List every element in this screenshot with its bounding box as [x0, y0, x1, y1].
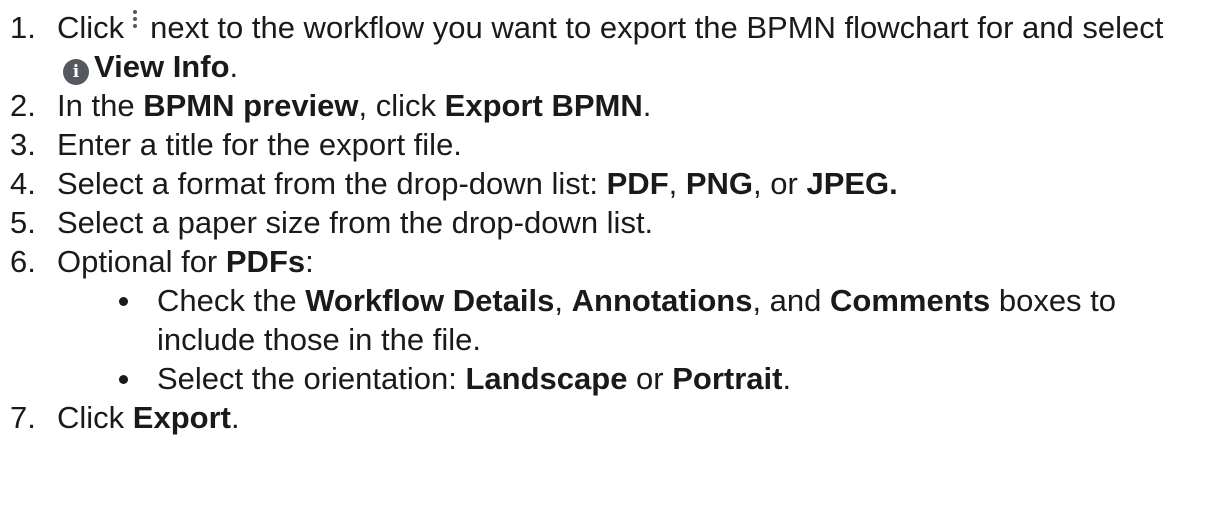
substep-checkboxes: Check the Workflow Details, Annotations,…	[57, 281, 1200, 359]
step-text: Select a paper size from the drop-down l…	[57, 205, 654, 240]
ui-label-export-bpmn: Export BPMN	[444, 88, 643, 123]
substeps-list: Check the Workflow Details, Annotations,…	[57, 281, 1200, 398]
step-2: 2. In the BPMN preview, click Export BPM…	[10, 86, 1200, 125]
bullet-icon	[119, 297, 128, 306]
step-4: 4. Select a format from the drop-down li…	[10, 164, 1200, 203]
format-png: PNG	[685, 166, 754, 201]
step-text: In the	[57, 88, 144, 123]
vertical-ellipsis-icon	[132, 10, 138, 30]
ui-label-bpmn-preview: BPMN preview	[143, 88, 359, 123]
steps-list: 1. Click next to the workflow you want to…	[10, 8, 1200, 437]
step-text: , or	[753, 166, 807, 201]
step-3: 3. Enter a title for the export file.	[10, 125, 1200, 164]
step-number: 5.	[10, 205, 36, 240]
step-number: 4.	[10, 166, 36, 201]
step-text: , and	[752, 283, 831, 318]
step-text: Click	[57, 10, 125, 45]
step-text: Select the orientation:	[157, 361, 466, 396]
ui-label-view-info: View Info	[94, 49, 230, 84]
step-text: ,	[554, 283, 572, 318]
step-6: 6. Optional for PDFs: Check the Workflow…	[10, 242, 1200, 398]
step-text: .	[642, 88, 652, 123]
info-circle-icon: i	[63, 59, 89, 85]
substep-orientation: Select the orientation: Landscape or Por…	[57, 359, 1200, 398]
step-text: Optional for	[57, 244, 226, 279]
step-number: 6.	[10, 244, 36, 279]
step-text: .	[230, 400, 240, 435]
step-text: .	[229, 49, 239, 84]
step-7: 7. Click Export.	[10, 398, 1200, 437]
step-text: Enter a title for the export file.	[57, 127, 462, 162]
step-text: .	[782, 361, 792, 396]
step-text: or	[627, 361, 673, 396]
step-number: 1.	[10, 10, 36, 45]
ui-label-portrait: Portrait	[672, 361, 783, 396]
step-text: ,	[668, 166, 686, 201]
ui-label-landscape: Landscape	[465, 361, 628, 396]
step-number: 7.	[10, 400, 36, 435]
bullet-icon	[119, 375, 128, 384]
format-jpeg: JPEG.	[806, 166, 898, 201]
step-5: 5. Select a paper size from the drop-dow…	[10, 203, 1200, 242]
step-number: 2.	[10, 88, 36, 123]
step-text: Click	[57, 400, 133, 435]
step-text: :	[305, 244, 314, 279]
ui-label-workflow-details: Workflow Details	[305, 283, 555, 318]
step-text: Check the	[157, 283, 306, 318]
step-text: , click	[358, 88, 445, 123]
format-pdf: PDF	[606, 166, 669, 201]
ui-label-annotations: Annotations	[571, 283, 753, 318]
step-text: Select a format from the drop-down list:	[57, 166, 607, 201]
ui-label-export: Export	[132, 400, 231, 435]
step-text: next to the workflow you want to export …	[150, 10, 1164, 45]
ui-label-comments: Comments	[830, 283, 991, 318]
ui-label-pdfs: PDFs	[225, 244, 306, 279]
instructions-document: 1. Click next to the workflow you want to…	[0, 0, 1207, 506]
step-number: 3.	[10, 127, 36, 162]
step-1: 1. Click next to the workflow you want to…	[10, 8, 1200, 86]
